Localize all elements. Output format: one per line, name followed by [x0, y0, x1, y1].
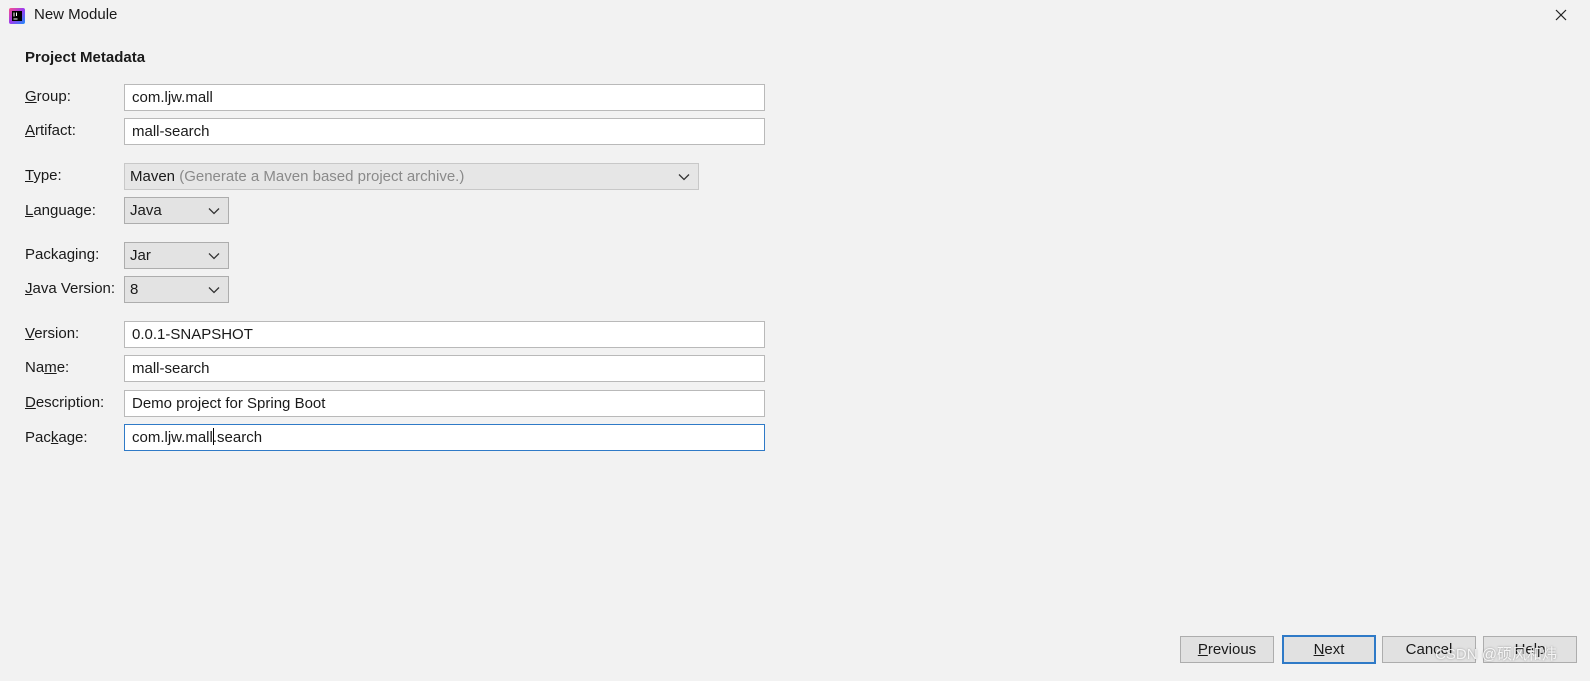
type-select-value: Maven (Generate a Maven based project ar… — [130, 164, 464, 189]
previous-button[interactable]: Previous — [1180, 636, 1274, 663]
java-version-label-mnemonic: J — [25, 280, 33, 297]
chevron-down-icon — [208, 287, 220, 294]
package-input-text-before-caret: com.ljw.mall — [132, 429, 213, 446]
packaging-label-mnemonic: g — [66, 246, 76, 263]
help-button[interactable]: Help — [1483, 636, 1577, 663]
next-button-label: ext — [1324, 641, 1345, 658]
java-version-label: Java Version: — [25, 280, 115, 297]
type-select-hint: (Generate a Maven based project archive.… — [179, 168, 465, 185]
chevron-down-icon — [678, 174, 690, 181]
artifact-label-mnemonic: A — [25, 122, 36, 139]
title-bar: New Module — [0, 0, 1590, 32]
group-label: Group: — [25, 88, 71, 105]
version-input[interactable]: 0.0.1-SNAPSHOT — [124, 321, 765, 348]
packaging-select-value: Jar — [130, 247, 151, 264]
language-select-value: Java — [130, 202, 162, 219]
version-label-mnemonic: V — [25, 325, 35, 342]
name-label-mnemonic: m — [44, 359, 57, 376]
java-version-label-text: ava Version: — [32, 280, 116, 297]
package-label-pre: Pac — [25, 429, 51, 446]
packaging-label-pre: Packa — [25, 246, 67, 263]
package-label-text: age: — [58, 429, 88, 446]
name-label-text: e: — [56, 359, 70, 376]
new-module-dialog: New Module Project Metadata Group: com.l… — [0, 0, 1590, 681]
section-title: Project Metadata — [25, 49, 146, 66]
java-version-select-value: 8 — [130, 281, 139, 298]
previous-button-label: revious — [1207, 641, 1257, 658]
description-label-text: escription: — [35, 394, 105, 411]
next-button-mnemonic: N — [1313, 641, 1325, 658]
artifact-input[interactable]: mall-search — [124, 118, 765, 145]
intellij-app-icon — [9, 8, 25, 24]
description-label-mnemonic: D — [25, 394, 36, 411]
artifact-label-text: rtifact: — [35, 122, 76, 139]
cancel-button[interactable]: Cancel — [1382, 636, 1476, 663]
group-label-mnemonic: G — [25, 88, 37, 105]
packaging-label: Packaging: — [25, 246, 99, 263]
name-label: Name: — [25, 359, 69, 376]
type-select[interactable]: Maven (Generate a Maven based project ar… — [124, 163, 699, 190]
package-input-text-after-caret: .search — [212, 429, 263, 446]
name-input[interactable]: mall-search — [124, 355, 765, 382]
packaging-label-text: ing: — [75, 246, 100, 263]
packaging-select[interactable]: Jar — [124, 242, 229, 269]
version-label-text: ersion: — [34, 325, 80, 342]
language-label: Language: — [25, 202, 96, 219]
language-select[interactable]: Java — [124, 197, 229, 224]
java-version-select[interactable]: 8 — [124, 276, 229, 303]
type-select-value-text: Maven — [130, 168, 176, 185]
previous-button-mnemonic: P — [1197, 641, 1208, 658]
description-input[interactable]: Demo project for Spring Boot — [124, 390, 765, 417]
window-title: New Module — [34, 6, 118, 23]
artifact-label: Artifact: — [25, 122, 76, 139]
name-label-pre: Na — [25, 359, 45, 376]
type-label-text: ype: — [33, 167, 62, 184]
group-label-text: roup: — [36, 88, 71, 105]
package-input[interactable]: com.ljw.mall.search — [124, 424, 765, 451]
description-label: Description: — [25, 394, 104, 411]
close-icon[interactable] — [1550, 4, 1572, 26]
chevron-down-icon — [208, 208, 220, 215]
next-button[interactable]: Next — [1282, 635, 1376, 664]
group-input[interactable]: com.ljw.mall — [124, 84, 765, 111]
chevron-down-icon — [208, 253, 220, 260]
version-label: Version: — [25, 325, 79, 342]
package-label: Package: — [25, 429, 88, 446]
language-label-text: anguage: — [33, 202, 96, 219]
type-label: Type: — [25, 167, 62, 184]
